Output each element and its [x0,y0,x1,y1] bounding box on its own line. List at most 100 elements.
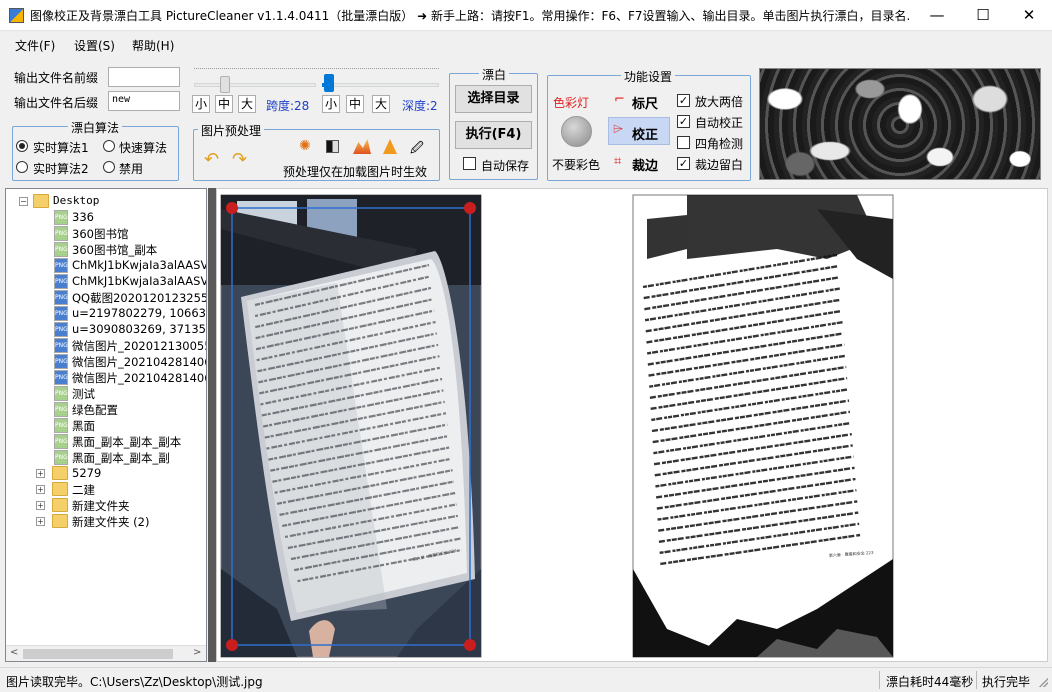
tree-file-item[interactable]: 微信图片_2021042814063 [72,354,206,370]
image-viewer[interactable]: 第六章 · 鹰蛋和安全 223 第六章 · 鹰蛋和安全 223 [216,188,1048,662]
menu-file[interactable]: 文件(F) [15,37,55,54]
close-button[interactable]: ✕ [1006,0,1052,31]
color-lamp-indicator[interactable] [561,116,592,147]
tree-file-item[interactable]: 测试 [72,386,95,402]
folder-icon [52,498,68,512]
algo-radio-realtime1[interactable] [16,140,28,152]
no-color-label[interactable]: 不要彩色 [552,156,600,173]
tree-root-label[interactable]: Desktop [53,194,99,210]
corner-detect-checkbox[interactable] [677,136,690,149]
tree-file-item[interactable]: 336 [72,210,94,226]
file-icon: PNG [54,226,68,241]
autosave-label[interactable]: 自动保存 [481,157,529,174]
depth-mid-button[interactable]: 中 [346,95,364,113]
depth-slider-track[interactable] [322,83,439,87]
corner-handle-tr[interactable] [464,202,476,214]
scroll-thumb[interactable] [23,649,173,659]
algo-label-realtime2[interactable]: 实时算法2 [33,160,89,177]
tree-file-item[interactable]: 360图书馆_副本 [72,242,157,258]
pane-splitter[interactable] [208,188,216,662]
depth-large-button[interactable]: 大 [372,95,390,113]
undo-icon[interactable]: ↶ [204,149,219,170]
depth-small-button[interactable]: 小 [322,95,340,113]
tree-folder-item[interactable]: 5279 [72,466,101,482]
file-tree[interactable]: − Desktop PNG 336 PNG 360图书馆 PNG 360图书馆_副本 PNG… [5,188,207,662]
ruler-icon[interactable]: ⌐ [614,92,625,107]
tree-root-expander[interactable]: − [19,197,28,206]
algo-radio-fast[interactable] [103,140,115,152]
tree-folder-item[interactable]: 新建文件夹 [72,498,130,514]
span-large-button[interactable]: 大 [238,95,256,113]
file-icon: PNG [54,210,68,225]
tree-file-item[interactable]: ChMkJ1bKwjaIa3alAASVxk [72,274,206,290]
tree-file-item[interactable]: ChMkJ1bKwjaIa3alAASVxk [72,258,206,274]
crop-margin-checkbox[interactable]: ✓ [677,157,690,170]
tree-folder-item[interactable]: 新建文件夹 (2) [72,514,149,530]
crop-margin-label[interactable]: 裁边留白 [695,156,743,173]
tree-file-item[interactable]: 黑面_副本_副本_副 [72,450,170,466]
tree-folder-expander[interactable]: + [36,485,45,494]
tree-folder-expander[interactable]: + [36,501,45,510]
preprocess-group-title: 图片预处理 [198,122,265,139]
execute-button[interactable]: 执行(F4) [455,121,532,149]
span-small-button[interactable]: 小 [192,95,210,113]
autosave-checkbox[interactable] [463,157,476,170]
tree-file-item[interactable]: 绿色配置 [72,402,118,418]
tree-file-item[interactable]: 黑面 [72,418,95,434]
prefix-input[interactable] [108,67,180,87]
redo-icon[interactable]: ↷ [232,149,247,170]
original-photo[interactable] [220,194,482,658]
file-icon: PNG [54,290,68,305]
contrast-icon[interactable] [326,140,339,153]
span-mid-button[interactable]: 中 [215,95,233,113]
enlarge-label[interactable]: 放大两倍 [695,93,743,110]
status-divider [879,671,880,689]
corner-handle-tl[interactable] [226,202,238,214]
span-slider-thumb[interactable] [220,76,230,93]
color-adjust-icon[interactable]: 🖉 [410,139,424,161]
tree-scrollbar[interactable]: < > [6,645,206,661]
auto-correct-label[interactable]: 自动校正 [695,114,743,131]
ruler-button[interactable]: 标尺 [632,93,658,112]
tree-file-item[interactable]: 360图书馆 [72,226,128,242]
processed-page[interactable] [632,194,894,658]
algo-radio-realtime2[interactable] [16,161,28,173]
crop-icon[interactable]: ⌗ [614,154,621,169]
depth-slider-thumb[interactable] [324,74,334,92]
correct-button[interactable]: 校正 [632,124,658,143]
tree-file-item[interactable]: u=2197802279, 106636830 [72,306,206,322]
brightness-icon[interactable]: ✺ [299,138,311,154]
title-bar: 图像校正及背景漂白工具 PictureCleaner v1.1.4.0411（批… [0,0,1052,31]
corner-handle-br[interactable] [464,639,476,651]
file-icon: PNG [54,274,68,289]
tree-file-item[interactable]: 微信图片_2021042814063 [72,370,206,386]
corner-detect-label[interactable]: 四角检测 [695,135,743,152]
file-icon: PNG [54,306,68,321]
depth-value-label: 深度:2 [402,99,438,113]
crop-button[interactable]: 裁边 [632,155,658,174]
suffix-input[interactable]: new [108,91,180,111]
resize-grip-icon[interactable] [1038,677,1048,687]
scroll-left-icon[interactable]: < [10,647,18,658]
tree-folder-item[interactable]: 二建 [72,482,95,498]
algo-radio-disable[interactable] [103,161,115,173]
maximize-button[interactable]: ☐ [960,0,1006,31]
algo-label-disable[interactable]: 禁用 [119,160,143,177]
corner-handle-bl[interactable] [226,639,238,651]
algo-label-fast[interactable]: 快速算法 [119,139,167,156]
algo-label-realtime1[interactable]: 实时算法1 [33,139,89,156]
select-directory-button[interactable]: 选择目录 [455,85,532,113]
enlarge-checkbox[interactable]: ✓ [677,94,690,107]
tree-folder-expander[interactable]: + [36,469,45,478]
span-slider-track[interactable] [194,83,316,87]
scroll-right-icon[interactable]: > [193,647,201,658]
tree-file-item[interactable]: 黑面_副本_副本_副本 [72,434,181,450]
menu-settings[interactable]: 设置(S) [74,37,115,54]
tree-folder-expander[interactable]: + [36,517,45,526]
tree-file-item[interactable]: 微信图片_2020121300551 [72,338,206,354]
minimize-button[interactable]: — [914,0,960,31]
menu-help[interactable]: 帮助(H) [132,37,174,54]
auto-correct-checkbox[interactable]: ✓ [677,115,690,128]
tree-file-item[interactable]: u=3090803269, 371357756 [72,322,206,338]
tree-file-item[interactable]: QQ截图20201201232559 [72,290,206,306]
